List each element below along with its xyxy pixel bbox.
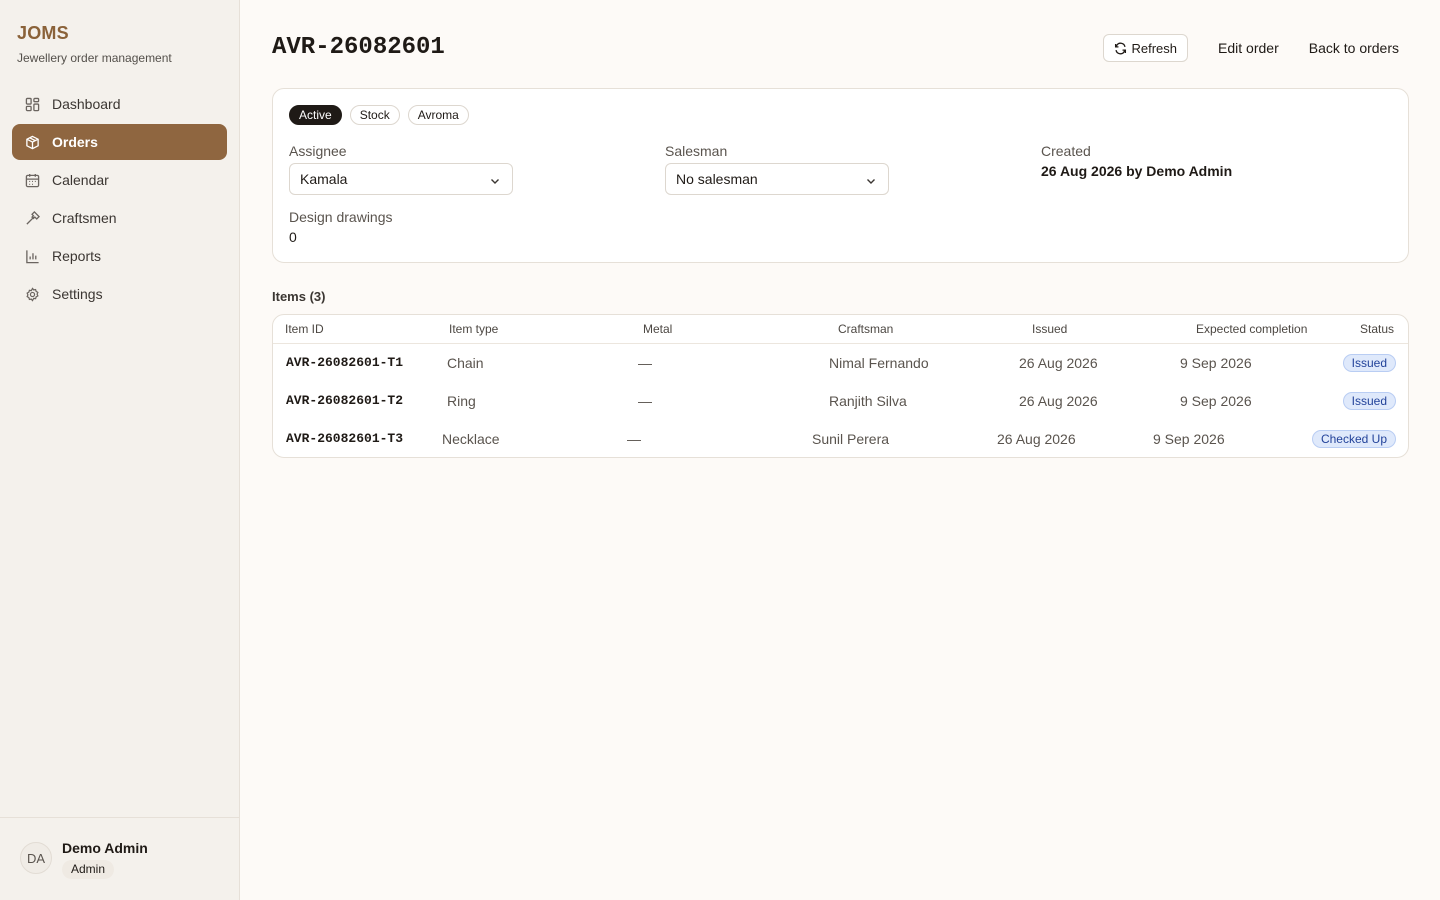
sidebar-item-label: Reports [52, 248, 102, 264]
issued-cell: 26 Aug 2026 [1019, 393, 1098, 409]
edit-order-button[interactable]: Edit order [1208, 34, 1289, 62]
gear-icon [24, 286, 40, 302]
avatar[interactable]: DA [20, 842, 52, 874]
item-type-cell: Chain [447, 355, 484, 371]
item-id-cell[interactable]: AVR-26082601-T3 [286, 431, 403, 446]
metal-cell: — [627, 431, 641, 447]
user-role-badge: Admin [62, 860, 115, 879]
sidebar-item-orders[interactable]: Orders [12, 124, 227, 160]
status-badge: Issued [1342, 354, 1396, 372]
expected-cell: 9 Sep 2026 [1180, 393, 1252, 409]
column-header-craftsman: Craftsman [838, 322, 894, 336]
sidebar-item-craftsmen[interactable]: Craftsmen [12, 200, 227, 236]
column-header-metal: Metal [643, 322, 673, 336]
main-content: AVR-26082601 Refresh Edit order Back to … [240, 0, 1440, 900]
chevron-down-icon [865, 174, 877, 190]
item-id-cell[interactable]: AVR-26082601-T1 [286, 355, 403, 370]
status-badge: Checked Up [1311, 430, 1396, 448]
brand-title[interactable]: JOMS [17, 23, 172, 44]
metal-cell: — [638, 393, 652, 409]
header-actions: Refresh Edit order Back to orders [1102, 34, 1410, 62]
table-header: Item ID Item type Metal Craftsman Issued… [273, 315, 1408, 344]
created-label: Created [1041, 143, 1091, 159]
issued-cell: 26 Aug 2026 [1019, 355, 1098, 371]
sidebar-item-label: Dashboard [52, 96, 121, 112]
assignee-label: Assignee [289, 143, 347, 159]
brand-subtitle: Jewellery order management [17, 51, 172, 65]
sidebar-item-label: Settings [52, 286, 103, 302]
user-profile[interactable]: DA Demo Admin Admin [0, 817, 239, 900]
sidebar-item-label: Calendar [52, 172, 109, 188]
status-badge: Issued [1342, 392, 1396, 410]
assignee-value: Kamala [300, 171, 348, 187]
expected-cell: 9 Sep 2026 [1180, 355, 1252, 371]
sidebar-item-reports[interactable]: Reports [12, 238, 227, 274]
assignee-select[interactable]: Kamala [289, 163, 513, 195]
sidebar-item-dashboard[interactable]: Dashboard [12, 86, 227, 122]
item-id-cell[interactable]: AVR-26082601-T2 [286, 393, 403, 408]
column-header-issued: Issued [1032, 322, 1068, 336]
sidebar-item-calendar[interactable]: Calendar [12, 162, 227, 198]
brand: JOMS Jewellery order management [17, 23, 172, 65]
sidebar-nav: Dashboard Orders Calendar Craftsmen Repo… [12, 86, 227, 314]
refresh-label: Refresh [1131, 40, 1178, 56]
bar-chart-icon [24, 248, 40, 264]
column-header-item-id: Item ID [285, 322, 324, 336]
item-type-cell: Ring [447, 393, 476, 409]
refresh-icon [1114, 42, 1132, 55]
design-drawings-value: 0 [289, 229, 297, 245]
brand-tag: Avroma [407, 105, 469, 125]
column-header-expected-completion: Expected completion [1196, 322, 1308, 336]
design-drawings-label: Design drawings [289, 209, 393, 225]
craftsman-cell: Nimal Fernando [829, 355, 929, 371]
user-name: Demo Admin [62, 840, 148, 856]
sidebar-item-settings[interactable]: Settings [12, 276, 227, 312]
column-header-status: Status [1360, 322, 1395, 336]
type-tag: Stock [349, 105, 400, 125]
dashboard-icon [24, 96, 40, 112]
refresh-button[interactable]: Refresh [1102, 34, 1189, 62]
calendar-icon [24, 172, 40, 188]
items-table: Item ID Item type Metal Craftsman Issued… [272, 314, 1409, 458]
box-icon [24, 134, 40, 150]
item-type-cell: Necklace [442, 431, 500, 447]
status-tag: Active [289, 105, 342, 125]
craftsman-cell: Ranjith Silva [829, 393, 907, 409]
created-value: 26 Aug 2026 by Demo Admin [1041, 163, 1233, 179]
chevron-down-icon [489, 174, 501, 190]
back-to-orders-button[interactable]: Back to orders [1299, 34, 1409, 62]
items-section-title: Items (3) [272, 289, 326, 304]
page-title: AVR-26082601 [272, 34, 445, 61]
expected-cell: 9 Sep 2026 [1153, 431, 1225, 447]
metal-cell: — [638, 355, 652, 371]
issued-cell: 26 Aug 2026 [997, 431, 1076, 447]
salesman-select[interactable]: No salesman [665, 163, 889, 195]
column-header-item-type: Item type [449, 322, 499, 336]
craftsman-cell: Sunil Perera [812, 431, 890, 447]
hammer-icon [24, 210, 40, 226]
sidebar: JOMS Jewellery order management Dashboar… [0, 0, 240, 900]
order-tags: Active Stock Avroma [289, 105, 477, 125]
salesman-value: No salesman [676, 171, 758, 187]
order-summary-card: Active Stock Avroma Assignee Kamala Sale… [272, 88, 1409, 263]
sidebar-item-label: Craftsmen [52, 210, 117, 226]
salesman-label: Salesman [665, 143, 728, 159]
sidebar-item-label: Orders [52, 134, 98, 150]
